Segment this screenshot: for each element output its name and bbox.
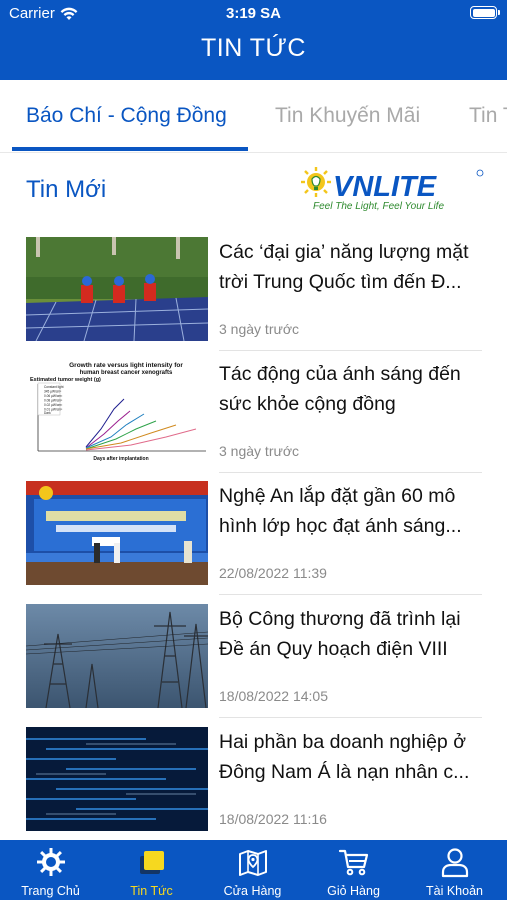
page-title: TIN TỨC <box>201 34 306 62</box>
news-item[interactable]: Bộ Công thương đã trình lại Đề án Quy ho… <box>26 604 482 726</box>
growth-rate-chart-image: Growth rate versus light intensity for h… <box>26 359 208 463</box>
svg-text:345 µW/cm²: 345 µW/cm² <box>44 390 61 394</box>
svg-text:Days after implantation: Days after implantation <box>93 456 148 462</box>
news-divider <box>219 594 482 595</box>
ceremony-stage-photo <box>26 481 208 585</box>
active-tab-indicator <box>12 147 248 151</box>
logo-tagline: Feel The Light, Feel Your Life <box>313 201 445 212</box>
tab-tin-khuyen-mai[interactable]: Tin Khuyến Mãi <box>275 104 420 128</box>
news-item[interactable]: Hai phần ba doanh nghiệp ở Đông Nam Á là… <box>26 727 482 849</box>
nav-cua-hang[interactable]: Cửa Hàng <box>202 840 303 900</box>
nav-gio-hang[interactable]: Giỏ Hàng <box>303 840 404 900</box>
news-headline[interactable]: Nghệ An lắp đặt gần 60 mô hình lớp học đ… <box>219 481 485 541</box>
news-date: 22/08/2022 11:39 <box>219 565 327 581</box>
battery-icon <box>470 6 500 19</box>
user-icon <box>441 848 469 878</box>
news-divider <box>219 472 482 473</box>
top-app-bar: Carrier 3:19 SA TIN TỨC <box>0 0 507 80</box>
nav-tin-tuc[interactable]: Tin Tức <box>101 840 202 900</box>
svg-text:Estimated tumor weight (g): Estimated tumor weight (g) <box>30 377 101 383</box>
nav-label: Giỏ Hàng <box>327 884 380 898</box>
news-item[interactable]: Nghệ An lắp đặt gần 60 mô hình lớp học đ… <box>26 481 482 603</box>
cyber-data-photo <box>26 727 208 831</box>
nav-label: Tin Tức <box>130 884 173 898</box>
news-icon <box>140 851 164 874</box>
status-bar: Carrier 3:19 SA <box>0 0 507 28</box>
tabs-divider <box>0 152 507 153</box>
nav-label: Cửa Hàng <box>223 884 282 898</box>
cart-icon <box>338 849 369 876</box>
nav-trang-chu[interactable]: Trang Chủ <box>0 840 101 900</box>
nav-label: Trang Chủ <box>21 884 80 898</box>
news-divider <box>219 350 482 351</box>
svg-text:human breast cancer xenografts: human breast cancer xenografts <box>80 370 173 376</box>
news-date: 18/08/2022 14:05 <box>219 688 328 704</box>
section-title: Tin Mới <box>26 176 107 203</box>
news-headline[interactable]: Bộ Công thương đã trình lại Đề án Quy ho… <box>219 604 485 664</box>
tab-partial[interactable]: Tin T <box>469 104 507 128</box>
status-time: 3:19 SA <box>225 5 282 22</box>
gear-sun-icon <box>37 848 65 876</box>
solar-panel-workers-photo <box>26 237 208 341</box>
bottom-tab-bar: Trang Chủ Tin Tức Cửa Hàng Giỏ Hàng Tài … <box>0 840 507 900</box>
power-tower-photo <box>26 604 208 708</box>
svg-text:Constant light: Constant light <box>44 385 64 389</box>
svg-text:Dark: Dark <box>44 411 51 415</box>
news-date: 3 ngày trước <box>219 321 300 337</box>
nav-tai-khoan[interactable]: Tài Khoản <box>404 840 505 900</box>
news-item[interactable]: Các ‘đại gia’ năng lượng mặt trời Trung … <box>26 237 482 359</box>
news-item[interactable]: Growth rate versus light intensity for h… <box>26 359 482 481</box>
news-divider <box>219 717 482 718</box>
news-date: 18/08/2022 11:16 <box>219 811 327 827</box>
news-headline[interactable]: Hai phần ba doanh nghiệp ở Đông Nam Á là… <box>219 727 485 787</box>
svg-text:0.08 µW/cm²: 0.08 µW/cm² <box>44 399 62 403</box>
tab-bao-chi-cong-dong[interactable]: Báo Chí - Cộng Đồng <box>26 104 227 128</box>
svg-text:VNLITE: VNLITE <box>333 171 438 203</box>
nav-label: Tài Khoản <box>426 884 483 898</box>
svg-text:Growth rate versus light inten: Growth rate versus light intensity for <box>69 362 183 369</box>
map-icon <box>239 850 267 876</box>
category-tabs: Báo Chí - Cộng Đồng Tin Khuyến Mãi Tin T <box>0 80 507 152</box>
svg-text:0.02 µW/cm²: 0.02 µW/cm² <box>44 403 62 407</box>
news-date: 3 ngày trước <box>219 443 300 459</box>
news-headline[interactable]: Các ‘đại gia’ năng lượng mặt trời Trung … <box>219 237 485 297</box>
news-headline[interactable]: Tác động của ánh sáng đến sức khỏe cộng … <box>219 359 485 419</box>
svg-text:0.06 µW/cm²: 0.06 µW/cm² <box>44 394 62 398</box>
